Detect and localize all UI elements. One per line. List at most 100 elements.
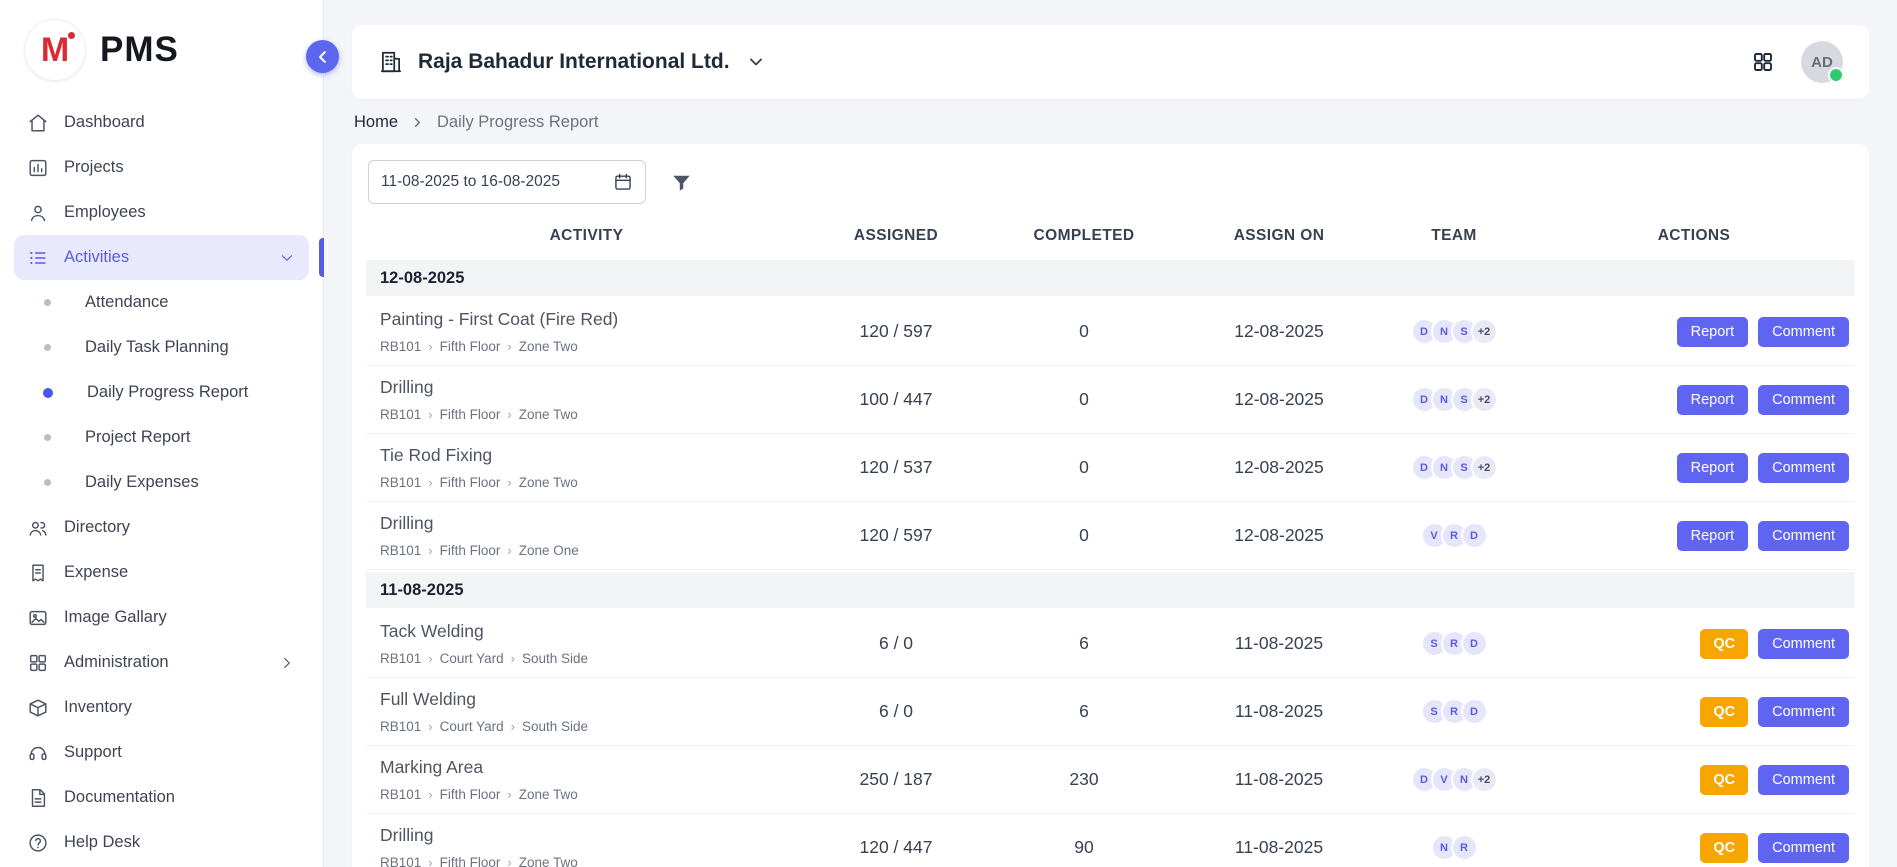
- sidebar-item-support[interactable]: Support: [14, 730, 309, 775]
- sidebar-item-expense[interactable]: Expense: [14, 550, 309, 595]
- sidebar-subitem-project-report[interactable]: Project Report: [0, 415, 323, 460]
- team-extra-count[interactable]: +2: [1471, 318, 1498, 345]
- sidebar-subitem-attendance[interactable]: Attendance: [0, 280, 323, 325]
- app-logo[interactable]: M PMS: [24, 19, 179, 81]
- row-actions: Report Comment: [1533, 317, 1855, 347]
- sidebar-item-image-gallary[interactable]: Image Gallary: [14, 595, 309, 640]
- sidebar-subitem-daily-expenses[interactable]: Daily Expenses: [0, 460, 323, 505]
- sidebar-item-help-desk[interactable]: Help Desk: [14, 820, 309, 865]
- breadcrumb-home[interactable]: Home: [354, 113, 398, 132]
- sidebar-subitem-label: Daily Task Planning: [85, 338, 229, 357]
- activity-cell: DrillingRB101›Fifth Floor›Zone One: [366, 513, 807, 558]
- sidebar: M PMS DashboardProjectsEmployeesActiviti…: [0, 0, 324, 867]
- comment-button[interactable]: Comment: [1758, 765, 1849, 795]
- column-header-assigned: Assigned: [807, 227, 985, 245]
- activity-title: Marking Area: [380, 757, 807, 778]
- filter-button[interactable]: [670, 171, 693, 194]
- sidebar-item-label: Help Desk: [64, 833, 140, 852]
- sidebar-subitem-daily-progress-report[interactable]: Daily Progress Report: [0, 370, 323, 415]
- team-member-avatar[interactable]: R: [1451, 834, 1478, 861]
- activity-cell: DrillingRB101›Fifth Floor›Zone Two: [366, 377, 807, 422]
- sidebar-item-dashboard[interactable]: Dashboard: [14, 100, 309, 145]
- date-range-input[interactable]: 11-08-2025 to 16-08-2025: [368, 160, 646, 204]
- team-avatars: NR: [1375, 834, 1533, 861]
- activity-cell: DrillingRB101›Fifth Floor›Zone Two: [366, 825, 807, 867]
- comment-button[interactable]: Comment: [1758, 385, 1849, 415]
- assigned-value: 120 / 537: [807, 457, 985, 478]
- sidebar-item-inventory[interactable]: Inventory: [14, 685, 309, 730]
- comment-button[interactable]: Comment: [1758, 697, 1849, 727]
- comment-button[interactable]: Comment: [1758, 521, 1849, 551]
- sidebar-item-label: Inventory: [64, 698, 132, 717]
- administration-icon: [27, 652, 49, 674]
- sidebar-item-administration[interactable]: Administration: [14, 640, 309, 685]
- apps-grid-button[interactable]: [1751, 50, 1775, 74]
- chevron-right-icon: ›: [428, 856, 432, 867]
- team-member-avatar[interactable]: D: [1461, 698, 1488, 725]
- assign-on-date: 12-08-2025: [1183, 389, 1375, 410]
- sidebar-subitem-daily-task-planning[interactable]: Daily Task Planning: [0, 325, 323, 370]
- activity-row: Tack WeldingRB101›Court Yard›South Side6…: [366, 610, 1855, 678]
- row-actions: QC Comment: [1533, 765, 1855, 795]
- company-selector[interactable]: Raja Bahadur International Ltd.: [378, 49, 766, 75]
- team-member-avatar[interactable]: D: [1461, 630, 1488, 657]
- location-path-segment: Zone One: [519, 543, 579, 558]
- building-icon: [378, 49, 404, 75]
- row-actions: QC Comment: [1533, 833, 1855, 863]
- comment-button[interactable]: Comment: [1758, 317, 1849, 347]
- location-path-segment: RB101: [380, 719, 421, 734]
- user-avatar[interactable]: AD: [1801, 41, 1843, 83]
- report-button[interactable]: Report: [1677, 385, 1749, 415]
- activity-row: Full WeldingRB101›Court Yard›South Side6…: [366, 678, 1855, 746]
- sidebar-item-activities[interactable]: Activities: [14, 235, 309, 280]
- column-header-actions: Actions: [1533, 227, 1855, 245]
- sidebar-item-label: Image Gallary: [64, 608, 167, 627]
- inventory-icon: [27, 697, 49, 719]
- avatar-initials: AD: [1811, 54, 1833, 71]
- sidebar-collapse-button[interactable]: [306, 40, 339, 73]
- assigned-value: 6 / 0: [807, 701, 985, 722]
- chevron-right-icon: ›: [428, 544, 432, 557]
- column-header-activity: Activity: [366, 227, 807, 245]
- topbar: Raja Bahadur International Ltd. AD: [352, 25, 1869, 99]
- activity-cell: Full WeldingRB101›Court Yard›South Side: [366, 689, 807, 734]
- qc-button[interactable]: QC: [1700, 833, 1748, 863]
- column-header-team: Team: [1375, 227, 1533, 245]
- team-extra-count[interactable]: +2: [1471, 454, 1498, 481]
- comment-button[interactable]: Comment: [1758, 629, 1849, 659]
- support-icon: [27, 742, 49, 764]
- completed-value: 0: [985, 525, 1183, 546]
- group-date-label: 12-08-2025: [380, 269, 464, 288]
- qc-button[interactable]: QC: [1700, 765, 1748, 795]
- location-path-segment: RB101: [380, 475, 421, 490]
- documentation-icon: [27, 787, 49, 809]
- row-actions: Report Comment: [1533, 453, 1855, 483]
- team-extra-count[interactable]: +2: [1471, 766, 1498, 793]
- qc-button[interactable]: QC: [1700, 629, 1748, 659]
- qc-button[interactable]: QC: [1700, 697, 1748, 727]
- activity-title: Painting - First Coat (Fire Red): [380, 309, 807, 330]
- sidebar-item-projects[interactable]: Projects: [14, 145, 309, 190]
- activity-location-path: RB101›Court Yard›South Side: [380, 651, 807, 666]
- report-button[interactable]: Report: [1677, 453, 1749, 483]
- sidebar-header: M PMS: [0, 0, 323, 100]
- funnel-icon: [670, 171, 693, 194]
- company-name: Raja Bahadur International Ltd.: [418, 50, 730, 74]
- report-button[interactable]: Report: [1677, 317, 1749, 347]
- breadcrumb: Home Daily Progress Report: [354, 113, 1869, 132]
- assigned-value: 100 / 447: [807, 389, 985, 410]
- team-member-avatar[interactable]: D: [1461, 522, 1488, 549]
- completed-value: 90: [985, 837, 1183, 858]
- report-button[interactable]: Report: [1677, 521, 1749, 551]
- sidebar-item-employees[interactable]: Employees: [14, 190, 309, 235]
- comment-button[interactable]: Comment: [1758, 453, 1849, 483]
- group-date-label: 11-08-2025: [380, 581, 464, 600]
- comment-button[interactable]: Comment: [1758, 833, 1849, 863]
- sidebar-item-documentation[interactable]: Documentation: [14, 775, 309, 820]
- team-extra-count[interactable]: +2: [1471, 386, 1498, 413]
- assign-on-date: 12-08-2025: [1183, 525, 1375, 546]
- activity-row: DrillingRB101›Fifth Floor›Zone One120 / …: [366, 502, 1855, 570]
- column-header-assign-on: Assign On: [1183, 227, 1375, 245]
- sidebar-item-directory[interactable]: Directory: [14, 505, 309, 550]
- chevron-right-icon: ›: [507, 476, 511, 489]
